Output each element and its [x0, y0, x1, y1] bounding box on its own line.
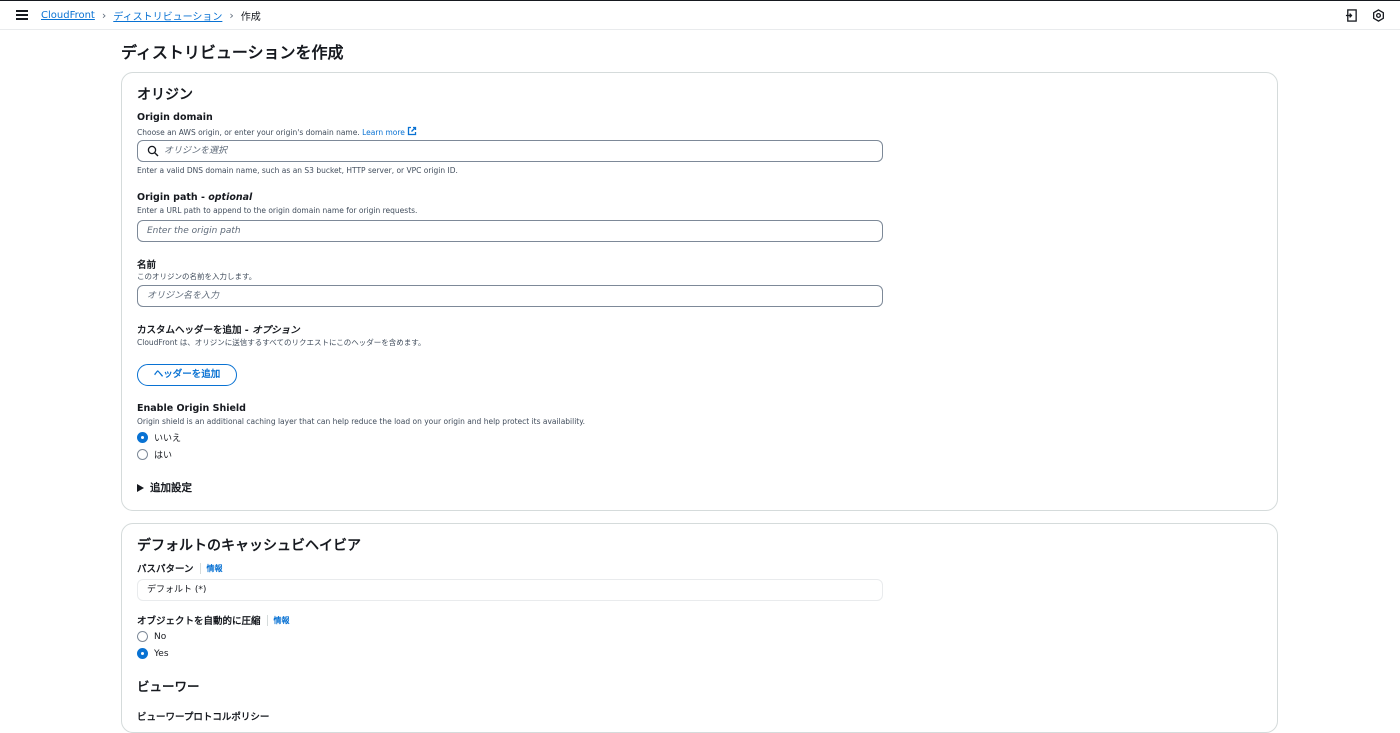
origin-domain-description: Choose an AWS origin, or enter your orig…: [137, 126, 417, 137]
breadcrumb-current: 作成: [240, 12, 261, 23]
origin-section-title: オリジン: [137, 87, 193, 103]
path-pattern-field: デフォルト (*): [137, 579, 883, 601]
origin-domain-input[interactable]: オリジンを選択: [137, 140, 883, 162]
custom-header-label: カスタムヘッダーを追加 - オプション: [137, 325, 300, 336]
origin-name-description: このオリジンの名前を入力します。: [137, 272, 257, 281]
additional-settings-toggle[interactable]: 追加設定: [137, 480, 192, 495]
breadcrumb-distributions[interactable]: ディストリビューション: [113, 8, 222, 23]
origin-shield-option-yes[interactable]: はい: [137, 448, 172, 461]
chevron-right-icon: ›: [229, 9, 234, 22]
origin-name-placeholder: オリジン名を入力: [147, 291, 220, 301]
breadcrumb-cloudfront[interactable]: CloudFront: [41, 10, 95, 21]
viewer-subsection-title: ビューワー: [137, 679, 200, 694]
cache-section-title: デフォルトのキャッシュビヘイビア: [137, 538, 361, 554]
compress-info-link[interactable]: 情報: [266, 614, 290, 626]
origin-path-input[interactable]: Enter the origin path: [137, 220, 883, 242]
origin-shield-option-no[interactable]: いいえ: [137, 431, 181, 444]
path-pattern-info-link[interactable]: 情報: [199, 562, 223, 574]
origin-name-label: 名前: [137, 260, 157, 271]
radio-checked-icon: [137, 648, 148, 659]
origin-shield-description: Origin shield is an additional caching l…: [137, 417, 585, 426]
top-navigation-bar: CloudFront › ディストリビューション › 作成: [0, 0, 1400, 30]
caret-right-icon: [137, 483, 144, 492]
origin-section: オリジン Origin domain Choose an AWS origin,…: [121, 72, 1278, 511]
custom-header-description: CloudFront は、オリジンに送信するすべてのリクエストにこのヘッダーを含…: [137, 338, 426, 347]
default-cache-behavior-section: デフォルトのキャッシュビヘイビア パスパターン 情報 デフォルト (*) オブジ…: [121, 523, 1278, 733]
origin-shield-label: Enable Origin Shield: [137, 403, 246, 414]
viewer-protocol-policy-label: ビューワープロトコルポリシー: [137, 712, 270, 723]
learn-more-link[interactable]: Learn more: [362, 126, 417, 137]
settings-icon[interactable]: [1372, 9, 1385, 22]
origin-domain-placeholder: オリジンを選択: [164, 146, 228, 156]
panel-toggle-icon[interactable]: [1345, 9, 1358, 22]
external-link-icon: [408, 126, 417, 136]
radio-unchecked-icon: [137, 631, 148, 642]
origin-path-description: Enter a URL path to append to the origin…: [137, 206, 418, 215]
origin-domain-label: Origin domain: [137, 112, 213, 123]
add-header-button[interactable]: ヘッダーを追加: [137, 364, 237, 386]
compress-objects-label: オブジェクトを自動的に圧縮 情報: [137, 614, 290, 627]
breadcrumb: CloudFront › ディストリビューション › 作成: [41, 8, 261, 23]
menu-icon[interactable]: [16, 10, 28, 20]
compress-option-no[interactable]: No: [137, 631, 166, 642]
path-pattern-label: パスパターン 情報: [137, 562, 223, 575]
search-icon: [147, 145, 159, 157]
origin-path-placeholder: Enter the origin path: [147, 226, 241, 236]
origin-name-input[interactable]: オリジン名を入力: [137, 285, 883, 307]
radio-unchecked-icon: [137, 449, 148, 460]
origin-domain-hint: Enter a valid DNS domain name, such as a…: [137, 166, 458, 175]
chevron-right-icon: ›: [101, 9, 107, 22]
radio-checked-icon: [137, 432, 148, 443]
origin-path-label: Origin path - optional: [137, 192, 253, 203]
page-title: ディストリビューションを作成: [121, 43, 344, 62]
compress-option-yes[interactable]: Yes: [137, 648, 169, 659]
